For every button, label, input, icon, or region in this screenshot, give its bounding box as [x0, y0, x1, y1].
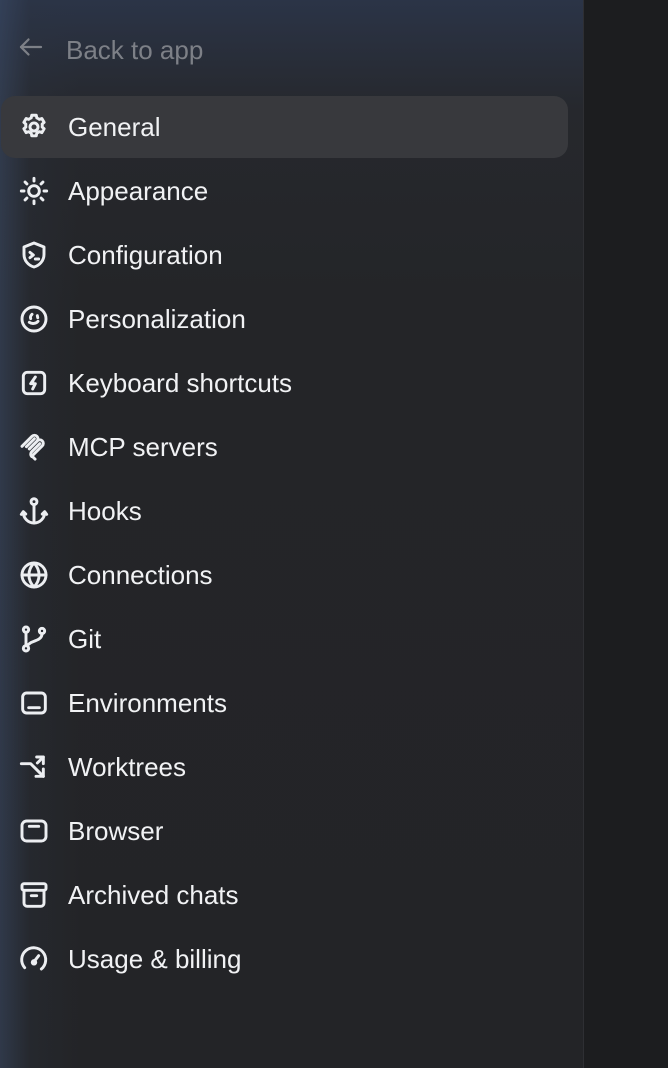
nav-item-archived-chats[interactable]: Archived chats [0, 864, 568, 926]
nav-item-mcp-servers[interactable]: MCP servers [0, 416, 568, 478]
worktree-arrow-icon [18, 751, 50, 783]
nav-label-usage-billing: Usage & billing [68, 943, 242, 974]
globe-icon [18, 559, 50, 591]
nav-item-general[interactable]: General [1, 96, 568, 158]
settings-window: Back to app General Appearance Configura… [0, 0, 668, 1068]
nav-label-personalization: Personalization [68, 303, 246, 334]
nav-label-archived-chats: Archived chats [68, 879, 239, 910]
nav-label-git: Git [68, 623, 102, 654]
settings-nav: General Appearance Configuration Persona… [0, 96, 568, 992]
nav-label-general: General [68, 111, 161, 142]
nav-item-keyboard-shortcuts[interactable]: Keyboard shortcuts [0, 352, 568, 414]
git-branch-icon [18, 623, 50, 655]
gauge-icon [18, 943, 50, 975]
nav-item-environments[interactable]: Environments [0, 672, 568, 734]
nav-label-worktrees: Worktrees [68, 751, 186, 782]
browser-window-icon [18, 815, 50, 847]
shield-terminal-icon [18, 239, 50, 271]
nav-item-hooks[interactable]: Hooks [0, 480, 568, 542]
back-to-app-label: Back to app [66, 34, 204, 65]
settings-sidebar: Back to app General Appearance Configura… [0, 0, 584, 1068]
arrow-left-icon [16, 32, 46, 69]
nav-item-usage-billing[interactable]: Usage & billing [0, 928, 568, 990]
back-to-app-link[interactable]: Back to app [16, 28, 203, 72]
bolt-square-icon [18, 367, 50, 399]
nav-label-appearance: Appearance [68, 175, 209, 206]
smiley-icon [18, 303, 50, 335]
gear-icon [18, 111, 50, 143]
mcp-icon [18, 431, 50, 463]
nav-label-hooks: Hooks [68, 495, 142, 526]
anchor-icon [18, 495, 50, 527]
nav-item-worktrees[interactable]: Worktrees [0, 736, 568, 798]
nav-item-connections[interactable]: Connections [0, 544, 568, 606]
nav-label-configuration: Configuration [68, 239, 223, 270]
archive-box-icon [18, 879, 50, 911]
nav-item-configuration[interactable]: Configuration [0, 224, 568, 286]
nav-label-mcp-servers: MCP servers [68, 431, 218, 462]
nav-label-keyboard-shortcuts: Keyboard shortcuts [68, 367, 293, 398]
nav-label-browser: Browser [68, 815, 164, 846]
nav-item-git[interactable]: Git [0, 608, 568, 670]
content-pane [584, 0, 668, 1068]
nav-label-environments: Environments [68, 687, 227, 718]
sun-icon [18, 175, 50, 207]
nav-label-connections: Connections [68, 559, 213, 590]
nav-item-personalization[interactable]: Personalization [0, 288, 568, 350]
nav-item-appearance[interactable]: Appearance [0, 160, 568, 222]
nav-item-browser[interactable]: Browser [0, 800, 568, 862]
monitor-icon [18, 687, 50, 719]
